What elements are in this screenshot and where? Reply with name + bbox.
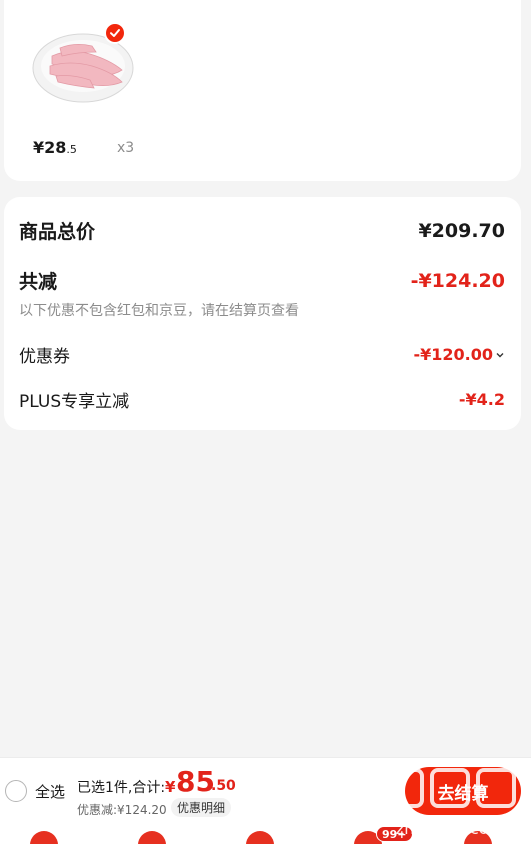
cart-product-card[interactable]: ¥28.5 x3 bbox=[4, 0, 521, 181]
discount-text: 优惠减:¥124.20 bbox=[77, 803, 167, 817]
tab-discover-icon[interactable] bbox=[138, 831, 166, 844]
total-amount-dec: .50 bbox=[211, 778, 236, 794]
total-value: ¥209.70 bbox=[418, 219, 505, 242]
selected-info: 已选1件,合计: bbox=[77, 780, 166, 796]
select-all-radio[interactable] bbox=[5, 780, 27, 802]
product-price: ¥28.5 bbox=[33, 138, 77, 157]
checkout-bar: 全选 已选1件,合计: ¥ 85 .50 优惠减:¥124.20 优惠明细 去结… bbox=[0, 757, 531, 823]
check-icon bbox=[110, 29, 120, 37]
coupon-label: 优惠券 bbox=[19, 347, 70, 367]
plus-label: PLUS专享立减 bbox=[19, 392, 130, 412]
plus-row: PLUS专享立减 -¥4.2 bbox=[19, 387, 505, 412]
product-select-checkbox[interactable] bbox=[104, 22, 126, 44]
tab-bar bbox=[0, 823, 531, 844]
checkout-button[interactable]: 去结算 bbox=[405, 767, 521, 815]
discount-detail-button[interactable]: 优惠明细 bbox=[171, 798, 232, 817]
select-all-label[interactable]: 全选 bbox=[35, 781, 65, 802]
cart-count-badge: 99+ bbox=[376, 826, 413, 842]
coupon-row[interactable]: 优惠券 -¥120.00 bbox=[19, 342, 505, 367]
reduce-row: 共减 -¥124.20 bbox=[19, 267, 505, 294]
total-currency: ¥ bbox=[165, 778, 176, 796]
price-summary-card: 商品总价 ¥209.70 共减 -¥124.20 以下优惠不包含红包和京豆，请在… bbox=[4, 197, 521, 430]
coupon-value-wrap[interactable]: -¥120.00 bbox=[413, 345, 505, 364]
reduce-label: 共减 bbox=[19, 271, 58, 293]
total-row: 商品总价 ¥209.70 bbox=[19, 217, 505, 244]
chevron-down-icon bbox=[496, 352, 504, 357]
tab-message-icon[interactable] bbox=[246, 831, 274, 844]
product-quantity: x3 bbox=[117, 140, 135, 156]
total-label: 商品总价 bbox=[19, 221, 96, 243]
coupon-value: -¥120.00 bbox=[413, 345, 493, 364]
total-amount-int: 85 bbox=[176, 765, 215, 798]
plus-value: -¥4.2 bbox=[458, 390, 505, 409]
tab-home-icon[interactable] bbox=[30, 831, 58, 844]
tab-profile-icon[interactable] bbox=[464, 831, 492, 844]
reduce-value: -¥124.20 bbox=[410, 269, 505, 292]
reduce-note: 以下优惠不包含红包和京豆，请在结算页查看 bbox=[19, 303, 299, 319]
